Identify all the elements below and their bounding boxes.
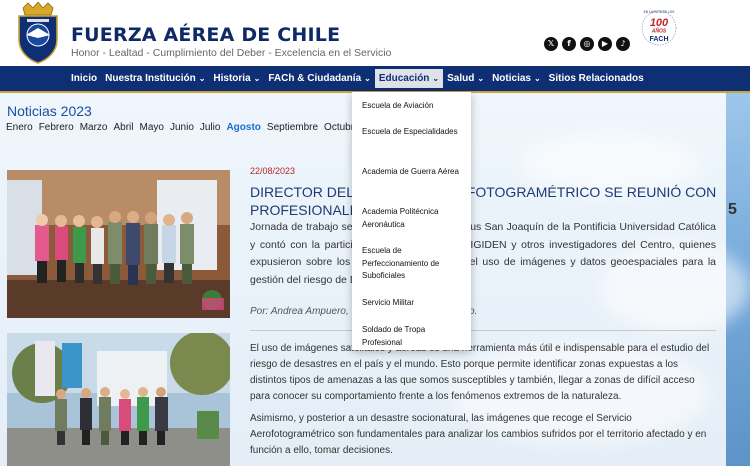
nav-item-fach-ciudadanía[interactable]: FACh & Ciudadanía ⌄ xyxy=(264,69,375,88)
chevron-down-icon: ⌄ xyxy=(364,74,371,83)
main-nav: Inicio Nuestra Institución ⌄ Historia ⌄ FACh … xyxy=(0,66,750,93)
article-lead: Jornada de trabajo se llevó a cabo en el… xyxy=(250,221,716,286)
dropdown-item-servicio-militar[interactable]: Servicio Militar xyxy=(362,297,462,310)
jet-tail-number: 5 xyxy=(728,201,737,218)
nav-item-noticias[interactable]: Noticias ⌄ xyxy=(488,69,545,88)
chevron-down-icon: ⌄ xyxy=(432,74,440,83)
x-icon[interactable]: 𝕏 xyxy=(544,37,558,51)
dropdown-item-escuela-perfeccionamiento[interactable]: Escuela de Perfeccionamiento de Subofici… xyxy=(362,245,462,283)
chevron-down-icon: ⌄ xyxy=(253,74,261,83)
article-paragraph-2: Asimismo, y posterior a un desastre soci… xyxy=(250,413,707,456)
tiktok-icon[interactable]: ♪ xyxy=(616,37,630,51)
fach-crest-icon[interactable] xyxy=(15,2,61,64)
nav-item-label: FACh & Ciudadanía xyxy=(268,73,362,84)
dropdown-item-escuela-aviacion[interactable]: Escuela de Aviación xyxy=(362,100,462,113)
chevron-down-icon: ⌄ xyxy=(477,74,485,83)
month-link-febrero[interactable]: Febrero xyxy=(39,122,74,133)
facebook-icon[interactable]: f xyxy=(562,37,576,51)
nav-item-label: Educación xyxy=(378,73,430,84)
chevron-down-icon: ⌄ xyxy=(533,74,541,83)
article-photo-group-outdoor[interactable] xyxy=(7,333,230,466)
site-header: FUERZA AÉREA DE CHILE Honor - Lealtad - … xyxy=(0,0,750,66)
article-divider xyxy=(250,330,716,331)
article-title[interactable]: DIRECTOR DEL SERVICIO AEROFOTOGRAMÉTRICO… xyxy=(250,183,720,219)
article-date: 22/08/2023 xyxy=(250,166,296,176)
month-link-agosto[interactable]: Agosto xyxy=(226,122,260,133)
nav-item-label: Historia xyxy=(213,73,251,84)
month-link-junio[interactable]: Junio xyxy=(170,122,194,133)
month-link-mayo[interactable]: Mayo xyxy=(140,122,164,133)
nav-item-historia[interactable]: Historia ⌄ xyxy=(209,69,264,88)
outdoor-photo-image xyxy=(7,333,230,466)
social-links: 𝕏f ◎ ▶ ♪ xyxy=(544,37,630,51)
article-paragraph-1: El uso de imágenes satelitales y aéreas … xyxy=(250,343,710,402)
month-link-septiembre[interactable]: Septiembre xyxy=(267,122,318,133)
nav-items: Inicio Nuestra Institución ⌄ Historia ⌄ FACh … xyxy=(67,66,648,91)
month-link-julio[interactable]: Julio xyxy=(200,122,221,133)
dropdown-item-academia-guerra[interactable]: Academia de Guerra Aérea xyxy=(362,166,462,179)
education-dropdown-menu: Escuela de Aviación Escuela de Especiali… xyxy=(352,92,471,350)
page-title: Noticias 2023 xyxy=(7,103,92,119)
anniv-brand: FACH xyxy=(649,36,668,43)
dropdown-item-escuela-especialidades[interactable]: Escuela de Especialidades xyxy=(362,126,462,139)
anniv-number: 100 xyxy=(650,17,669,29)
article-photo-group-indoor[interactable] xyxy=(7,170,230,318)
nav-item-label: Inicio xyxy=(71,73,98,84)
month-link-marzo[interactable]: Marzo xyxy=(80,122,108,133)
instagram-icon[interactable]: ◎ xyxy=(580,37,594,51)
nav-item-label: Sitios Relacionados xyxy=(548,73,644,84)
nav-item-inicio[interactable]: Inicio xyxy=(67,69,101,88)
anniv-unit: AÑOS xyxy=(651,28,667,35)
chevron-down-icon: ⌄ xyxy=(198,74,206,83)
anniversary-badge[interactable]: EN LA RUTA DE LOS 100 AÑOS FACH xyxy=(640,4,678,52)
month-link-abril[interactable]: Abril xyxy=(114,122,134,133)
nav-item-nuestra-institución[interactable]: Nuestra Institución ⌄ xyxy=(101,69,209,88)
nav-item-educación[interactable]: Educación ⌄ xyxy=(374,69,444,88)
nav-item-label: Noticias xyxy=(492,73,531,84)
nav-item-label: Nuestra Institución xyxy=(105,73,196,84)
nav-item-sitios-relacionados[interactable]: Sitios Relacionados xyxy=(545,69,648,88)
nav-item-salud[interactable]: Salud ⌄ xyxy=(443,69,488,88)
nav-item-label: Salud xyxy=(447,73,475,84)
anniv-top: EN LA RUTA DE LOS xyxy=(644,10,675,14)
group-photo-image xyxy=(7,170,230,318)
dropdown-item-soldado-tropa[interactable]: Soldado de Tropa Profesional xyxy=(362,324,462,349)
month-link-enero[interactable]: Enero xyxy=(6,122,33,133)
dropdown-item-academia-politecnica[interactable]: Academia Politécnica Aeronáutica xyxy=(362,206,462,231)
site-title[interactable]: FUERZA AÉREA DE CHILE xyxy=(71,24,340,46)
youtube-icon[interactable]: ▶ xyxy=(598,37,612,51)
site-subtitle: Honor - Lealtad - Cumplimiento del Deber… xyxy=(71,47,392,59)
